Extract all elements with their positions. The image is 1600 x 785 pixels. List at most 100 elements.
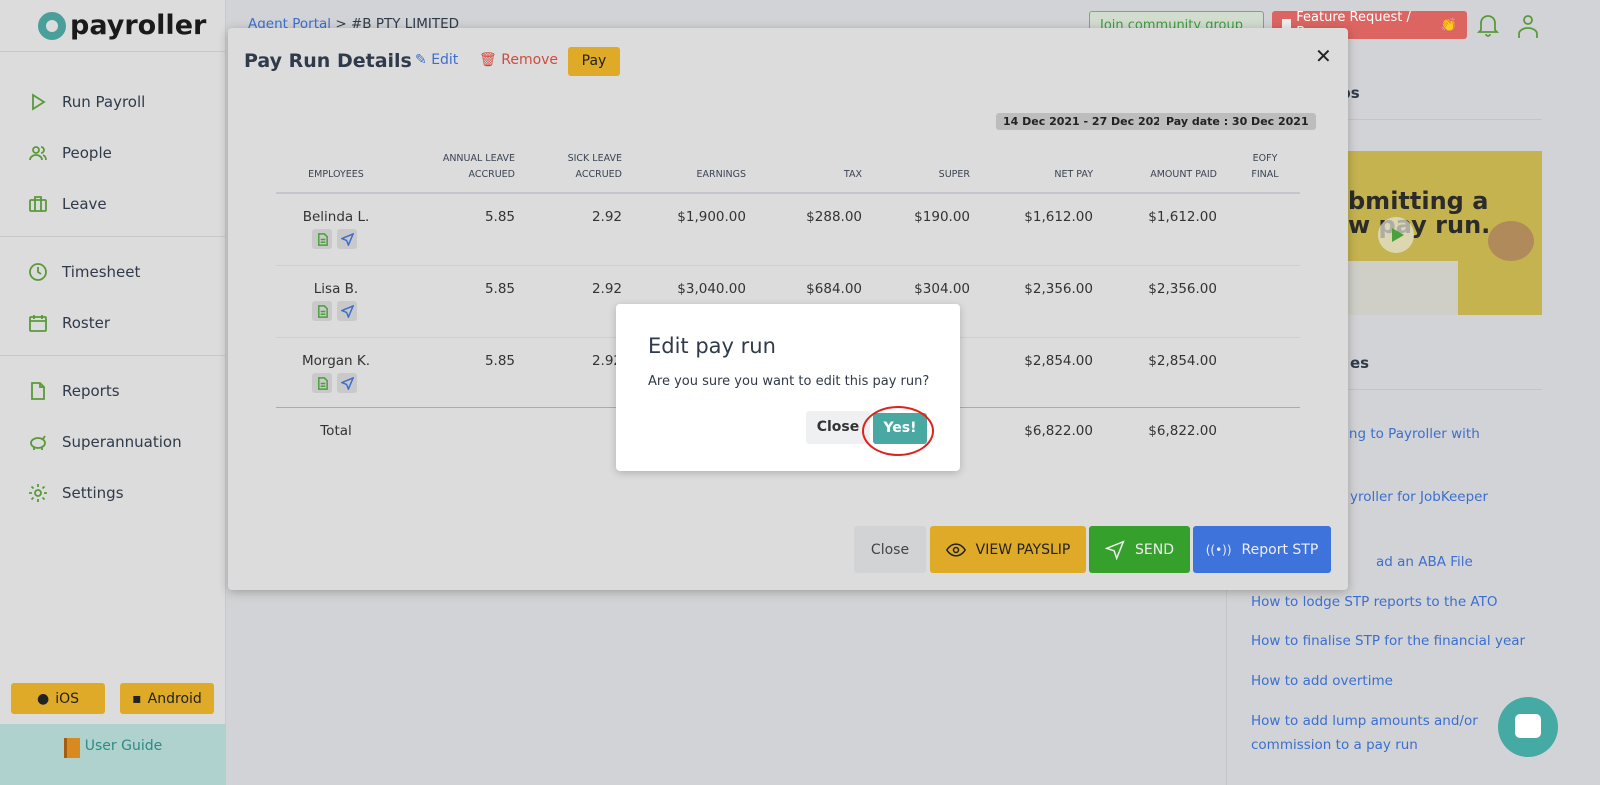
calendar-icon xyxy=(29,315,47,332)
help-link[interactable]: How to finalise STP for the financial ye… xyxy=(1251,629,1525,653)
payslip-button[interactable] xyxy=(312,301,332,321)
panel-heading: es xyxy=(1350,354,1370,372)
chat-button[interactable] xyxy=(1498,697,1558,757)
cell-earnings: $1,900.00 xyxy=(677,209,746,225)
cell-paid: $2,356.00 xyxy=(1148,281,1217,297)
total-label: Total xyxy=(320,423,352,439)
col-header: TAX xyxy=(843,169,862,180)
label: Report STP xyxy=(1241,541,1319,558)
cell-sick: 2.92 xyxy=(591,281,622,297)
book-icon xyxy=(63,738,80,758)
play-icon xyxy=(32,93,46,111)
cell-paid: $1,612.00 xyxy=(1148,209,1217,225)
sidebar-item-people[interactable]: People xyxy=(28,143,112,163)
view-payslip-button[interactable]: VIEW PAYSLIP xyxy=(930,526,1086,573)
employee-name: Morgan K. xyxy=(301,353,371,369)
col-header: SICK LEAVE ACCRUED xyxy=(567,153,622,180)
cell-tax: $288.00 xyxy=(806,209,862,225)
play-video-icon[interactable] xyxy=(1378,217,1414,253)
video-text: w pay run. xyxy=(1348,211,1491,239)
employee-name: Belinda L. xyxy=(302,209,370,225)
sidebar-item-run-payroll[interactable]: Run Payroll xyxy=(28,92,145,112)
edit-button[interactable]: ✎ Edit xyxy=(415,52,458,68)
broadcast-icon: ((•)) xyxy=(1205,542,1232,557)
dialog-close-button[interactable]: Close xyxy=(806,411,870,444)
close-icon[interactable]: ✕ xyxy=(1315,44,1332,68)
sidebar-item-timesheet[interactable]: Timesheet xyxy=(28,262,140,282)
pay-button[interactable]: Pay xyxy=(568,47,620,76)
label: People xyxy=(62,144,112,162)
eye-icon xyxy=(945,542,966,557)
label: VIEW PAYSLIP xyxy=(975,541,1071,558)
help-link[interactable]: ad an ABA File xyxy=(1376,550,1473,574)
divider xyxy=(0,355,226,356)
people-icon xyxy=(29,146,47,161)
label: Roster xyxy=(62,314,111,332)
cell-super: $304.00 xyxy=(914,281,970,297)
label: Settings xyxy=(62,484,124,502)
divider xyxy=(276,192,1300,194)
col-header: AMOUNT PAID xyxy=(1150,169,1217,180)
sidebar-item-leave[interactable]: Leave xyxy=(28,194,107,214)
edit-pay-run-dialog: Edit pay run Are you sure you want to ed… xyxy=(616,304,960,471)
pay-period-badge: 14 Dec 2021 - 27 Dec 2021 xyxy=(996,113,1176,130)
remove-button[interactable]: 🗑 Remove xyxy=(479,52,558,68)
ios-app-button[interactable]: ● iOS xyxy=(11,683,105,714)
total-amount-paid: $6,822.00 xyxy=(1148,423,1217,439)
send-button[interactable]: SEND xyxy=(1089,526,1190,573)
help-link[interactable]: How to lodge STP reports to the ATO xyxy=(1251,590,1498,614)
sidebar-item-settings[interactable]: Settings xyxy=(28,483,124,503)
sidebar-item-superannuation[interactable]: Superannuation xyxy=(28,432,182,452)
document-icon xyxy=(317,376,328,390)
document-icon xyxy=(317,232,328,246)
cell-annual: 5.85 xyxy=(484,209,515,225)
report-stp-button[interactable]: ((•)) Report STP xyxy=(1193,526,1331,573)
android-icon: ▪ xyxy=(132,690,142,707)
send-icon xyxy=(340,376,354,390)
file-icon xyxy=(31,382,45,400)
col-header: EMPLOYEES xyxy=(308,169,364,180)
gear-icon xyxy=(29,484,47,502)
cell-earnings: $3,040.00 xyxy=(677,281,746,297)
sidebar-item-roster[interactable]: Roster xyxy=(28,313,110,333)
close-button[interactable]: Close xyxy=(854,526,926,573)
help-link[interactable]: How to add lump amounts and/or commissio… xyxy=(1251,709,1481,757)
document-icon xyxy=(317,304,328,318)
cell-annual: 5.85 xyxy=(484,281,515,297)
send-payslip-button[interactable] xyxy=(337,301,357,321)
help-link[interactable]: yroller for JobKeeper xyxy=(1350,485,1488,509)
modal-title: Pay Run Details xyxy=(244,50,412,72)
coaster-image xyxy=(1488,221,1534,261)
employee-name: Lisa B. xyxy=(313,281,359,297)
clock-icon xyxy=(29,263,47,281)
label: Reports xyxy=(62,382,120,400)
user-icon[interactable] xyxy=(1517,13,1539,39)
brand-name: payroller xyxy=(70,10,207,41)
video-text: bmitting a xyxy=(1348,187,1489,215)
cell-net: $2,854.00 xyxy=(1024,353,1093,369)
cell-sick: 2.92 xyxy=(591,209,622,225)
cell-net: $2,356.00 xyxy=(1024,281,1093,297)
sidebar-item-reports[interactable]: Reports xyxy=(28,381,120,401)
android-app-button[interactable]: ▪ Android xyxy=(120,683,214,714)
payslip-button[interactable] xyxy=(312,373,332,393)
chat-icon xyxy=(1515,714,1541,738)
bell-icon[interactable] xyxy=(1477,13,1499,37)
label: Run Payroll xyxy=(62,93,146,111)
sidebar: payroller Run Payroll People Leave Times… xyxy=(0,0,226,785)
help-link[interactable]: How to add overtime xyxy=(1251,669,1393,693)
payslip-button[interactable] xyxy=(312,229,332,249)
user-guide-link[interactable]: User Guide xyxy=(0,724,226,785)
label: SEND xyxy=(1135,541,1174,558)
cell-net: $1,612.00 xyxy=(1024,209,1093,225)
send-payslip-button[interactable] xyxy=(337,373,357,393)
divider xyxy=(0,51,226,52)
send-icon xyxy=(340,304,354,318)
piggy-bank-icon xyxy=(30,435,46,450)
send-payslip-button[interactable] xyxy=(337,229,357,249)
col-header: EARNINGS xyxy=(696,169,746,180)
col-header: NET PAY xyxy=(1054,169,1093,180)
col-header: EOFY FINAL xyxy=(1251,153,1279,180)
label: iOS xyxy=(55,690,79,707)
logo[interactable]: payroller xyxy=(38,10,206,41)
